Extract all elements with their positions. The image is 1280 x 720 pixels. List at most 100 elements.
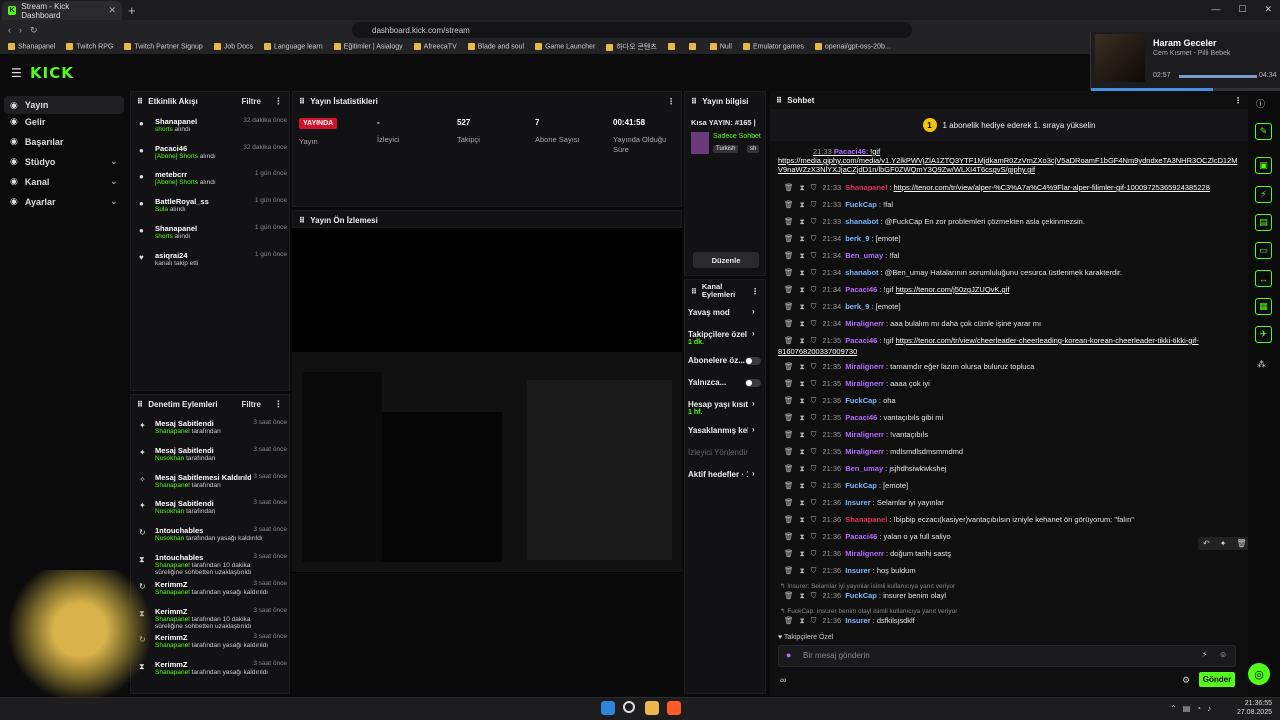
timeout-icon[interactable]: ⧗ <box>800 430 805 439</box>
more-icon[interactable]: ⋮ <box>274 399 283 410</box>
message-user[interactable]: Miralignerr <box>845 379 884 388</box>
message-user[interactable]: Shanapanel <box>845 515 887 524</box>
ban-icon[interactable]: ⛉ <box>811 183 817 192</box>
message-user[interactable]: Insurer <box>845 566 870 575</box>
delete-icon[interactable]: 🗑 <box>784 591 794 600</box>
chat-message[interactable]: 🗑 ⧗ ⛉ 21:34 berk_9: [emote] <box>784 302 901 312</box>
timeout-icon[interactable]: ⧗ <box>800 481 805 490</box>
menu-icon[interactable]: ☰ <box>11 66 22 80</box>
dots-grid-icon[interactable]: ⠿ <box>299 216 305 225</box>
activity-item[interactable]: ♥ asiqrai24 kanalı takip etti 1 gün önce <box>139 251 287 267</box>
bookmark-item[interactable]: 하다오 콘텐츠 <box>606 42 657 52</box>
mod-item[interactable]: ✦ Mesaj Sabitlendi Nusokhan tarafından 3 sa… <box>139 446 287 462</box>
message-user[interactable]: FuckCap <box>845 396 877 405</box>
chat-message[interactable]: 🗑 ⧗ ⛉ 21:36 FuckCap: [emote] <box>784 481 908 491</box>
message-user[interactable]: Miralignerr <box>845 319 884 328</box>
ban-icon[interactable]: ⛉ <box>811 566 817 575</box>
timeout-icon[interactable]: ⧗ <box>800 591 805 600</box>
chat-tool-icon[interactable]: ▭ <box>1255 242 1272 259</box>
delete-icon[interactable]: 🗑 <box>784 336 794 345</box>
command-icon[interactable]: ⚡ <box>1202 650 1208 659</box>
timeout-icon[interactable]: ⧗ <box>800 200 805 209</box>
action-item[interactable]: Yalnızca... <box>688 378 748 387</box>
dots-grid-icon[interactable]: ⠿ <box>137 97 143 106</box>
ban-icon[interactable]: ⛉ <box>811 217 817 226</box>
ban-icon[interactable]: ⛉ <box>811 464 817 473</box>
message-user[interactable]: Miralignerr <box>845 362 884 371</box>
minimize-icon[interactable]: — <box>1211 4 1220 15</box>
message-user[interactable]: Shanapanel <box>845 183 887 192</box>
timeout-icon[interactable]: ⧗ <box>800 251 805 260</box>
action-item[interactable]: Yavaş mod <box>688 308 748 317</box>
chat-message[interactable]: 🗑 ⧗ ⛉ 21:36 Pacaci46: yalan o ya full saliyo <box>784 532 951 542</box>
camera-tool-icon[interactable]: ▣ <box>1255 157 1272 174</box>
message-user[interactable]: Insurer <box>845 616 870 625</box>
mod-item[interactable]: ↻KerimmZShanapanel tarafından yasağı kal… <box>139 633 287 649</box>
timeout-icon[interactable]: ⧗ <box>800 515 805 524</box>
timeout-icon[interactable]: ⧗ <box>800 362 805 371</box>
action-item[interactable]: Abonelere öz... <box>688 356 748 365</box>
timeout-icon[interactable]: ⧗ <box>800 234 805 243</box>
delete-icon[interactable]: 🗑 <box>784 268 794 277</box>
kick-logo[interactable]: KICK <box>30 64 74 82</box>
timeout-icon[interactable]: ⧗ <box>800 616 805 625</box>
message-user[interactable]: Pacaci46 <box>845 532 877 541</box>
chat-message[interactable]: 🗑 ⧗ ⛉ 21:34 berk_9: [emote] <box>784 234 901 244</box>
people-icon[interactable]: ⁂ <box>1257 359 1266 370</box>
chat-message[interactable]: 🗑 ⧗ ⛉ 21:35 Miralignerr: mdlsmdlsdmsmmdmd <box>784 447 963 457</box>
chat-message[interactable]: 🗑 ⧗ ⛉ 21:35 Miralignerr: tamamdır eğer lazım… <box>784 362 1034 372</box>
send-button[interactable]: Gönder <box>1199 672 1235 687</box>
delete-icon[interactable]: 🗑 <box>784 549 794 558</box>
emoji-icon[interactable]: ☺ <box>1219 650 1227 659</box>
delete-icon[interactable]: 🗑 <box>784 566 794 575</box>
message-link[interactable]: https://tenor.com/tr/view/alper-%C3%A7a%… <box>893 183 1209 192</box>
ban-icon[interactable]: ⛉ <box>811 200 817 209</box>
chevron-right-icon[interactable]: › <box>752 425 755 434</box>
chat-message[interactable]: 🗑 ⧗ ⛉ 21:34 Miralignerr: aaa bulalım mı daha… <box>784 319 1041 329</box>
ban-icon[interactable]: ⛉ <box>811 413 817 422</box>
reload-icon[interactable]: ↻ <box>30 25 38 36</box>
bookmark-item[interactable]: Null <box>709 43 732 51</box>
chat-message[interactable]: 🗑 ⧗ ⛉ 21:35 Pacaci46: !gif https://tenor.com… <box>784 336 1199 346</box>
infinity-icon[interactable]: ∞ <box>780 675 786 685</box>
activity-item[interactable]: ● Pacaci46 [Abone] Shorts alındı 32 dakika … <box>139 144 287 160</box>
message-user[interactable]: FuckCap <box>845 481 877 490</box>
category-name[interactable]: Sadece Sohbet <box>713 133 763 140</box>
mod-item[interactable]: ✦ Mesaj Sabitlendi Nusokhan tarafından 3 sa… <box>139 499 287 515</box>
action-toggle[interactable] <box>745 357 761 365</box>
flash-tool-icon[interactable]: ⚡ <box>1255 186 1272 203</box>
ban-icon[interactable]: ⛉ <box>811 532 817 541</box>
timeout-icon[interactable]: ⧗ <box>800 549 805 558</box>
mic-icon[interactable]: ● <box>786 650 791 660</box>
bookmark-item[interactable]: Emulator games <box>742 43 804 51</box>
file-explorer-icon[interactable] <box>645 701 659 715</box>
clock[interactable]: 21:36:55 27.08.2025 <box>1236 699 1272 717</box>
more-icon[interactable]: ⋮ <box>751 287 759 296</box>
close-window-icon[interactable]: ✕ <box>1264 4 1272 15</box>
chat-message[interactable]: 🗑 ⧗ ⛉ 21:34 Ben_umay: !fal <box>784 251 899 261</box>
message-user[interactable]: Ben_umay <box>845 464 883 473</box>
ban-icon[interactable]: ⛉ <box>811 251 817 260</box>
chevron-right-icon[interactable]: › <box>752 307 755 316</box>
ban-icon[interactable]: ⛉ <box>811 616 817 625</box>
bookmark-item[interactable]: Eğitimler | Asialogy <box>333 43 403 51</box>
nav-item-gelir[interactable]: ◉ Gelir <box>10 116 45 127</box>
timeout-icon[interactable]: ⧗ <box>800 532 805 541</box>
chevron-right-icon[interactable]: › <box>752 329 755 338</box>
delete-icon[interactable]: 🗑 <box>784 379 794 388</box>
ban-icon[interactable]: ⛉ <box>811 285 817 294</box>
gift-banner[interactable]: 1 1 abonelik hediye ederek 1. sıraya yük… <box>770 109 1248 141</box>
more-icon[interactable]: ⋮ <box>667 97 675 106</box>
timeout-icon[interactable]: ⧗ <box>800 447 805 456</box>
delete-icon[interactable]: 🗑 <box>784 396 794 405</box>
delete-icon[interactable]: 🗑 <box>784 616 794 625</box>
message-user[interactable]: Miralignerr <box>845 549 884 558</box>
activity-item[interactable]: ● Shanapanel shorts alındı 32 dakika önce <box>139 117 287 133</box>
timeout-icon[interactable]: ⧗ <box>800 464 805 473</box>
timeout-icon[interactable]: ⧗ <box>800 319 805 328</box>
dots-grid-icon[interactable]: ⠿ <box>137 400 143 409</box>
ban-icon[interactable]: ⛉ <box>811 447 817 456</box>
chat-message[interactable]: 8160768200337009730 <box>778 347 857 356</box>
delete-icon[interactable]: 🗑 <box>784 302 794 311</box>
delete-icon[interactable]: 🗑 <box>784 464 794 473</box>
